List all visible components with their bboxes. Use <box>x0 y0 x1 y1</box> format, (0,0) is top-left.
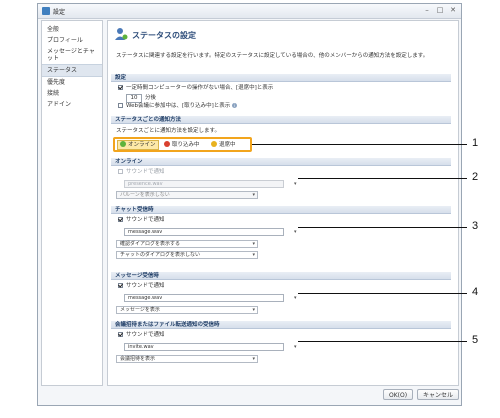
section-message: メッセージ受信時 <box>111 272 451 280</box>
online-sound-row[interactable]: サウンドで通知 <box>118 169 165 176</box>
callout-5: 5 <box>472 334 479 346</box>
idle-minutes-input[interactable]: 10 <box>126 94 142 103</box>
idle-minutes-row: 10 分後 <box>126 94 156 103</box>
meeting-sound-row[interactable]: サウンドで通知 <box>118 332 165 339</box>
callout-line-3 <box>298 227 467 228</box>
app-icon <box>42 7 50 15</box>
callout-line-1 <box>252 144 467 145</box>
user-status-icon <box>115 28 128 40</box>
ok-button[interactable]: OK(O) <box>383 389 413 400</box>
sidebar-item-addins[interactable]: アドイン <box>42 99 102 110</box>
chat-sound-checkbox[interactable] <box>118 217 123 222</box>
minutes-unit: 分後 <box>145 95 157 101</box>
section-meeting: 会議招待またはファイル転送通知の受信時 <box>111 321 451 329</box>
online-sound-dropdown-icon[interactable]: ▾ <box>294 181 297 187</box>
meeting-display-value: 会議招待を表示 <box>120 356 156 362</box>
page-description: ステータスに関連する設定を行います。特定のステータスに設定している場合の、他のメ… <box>116 53 429 59</box>
settings-window: 設定 – □ ✕ 全般 プロフィール メッセージとチャット ステータス 優先度 … <box>37 3 462 406</box>
per-status-description: ステータスごとに通知方法を設定します。 <box>116 128 220 134</box>
callout-line-5 <box>298 341 467 342</box>
busy-status-icon <box>164 141 170 147</box>
tab-away[interactable]: 退席中 <box>211 141 236 149</box>
meeting-display-select[interactable]: 会議招待を表示 ▾ <box>116 355 258 363</box>
message-sound-dropdown-icon[interactable]: ▾ <box>294 295 297 301</box>
online-balloon-value: バルーンを表示しない <box>120 192 170 198</box>
section-per-status: ステータスごとの通知方法 <box>111 116 451 124</box>
info-icon: i <box>232 103 238 108</box>
message-sound-checkbox[interactable] <box>118 283 123 288</box>
main-panel: ステータスの設定 ステータスに関連する設定を行います。特定のステータスに設定して… <box>107 20 459 386</box>
idle-checkbox[interactable] <box>118 85 123 90</box>
chat-dialog-select[interactable]: 確認ダイアログを表示する ▾ <box>116 240 258 248</box>
chevron-down-icon: ▾ <box>252 307 255 313</box>
chat-sound-row[interactable]: サウンドで通知 <box>118 217 165 224</box>
online-sound-checkbox[interactable] <box>118 169 123 174</box>
chat-sound-file[interactable]: message.wav <box>124 228 284 236</box>
online-sound-label: サウンドで通知 <box>126 169 165 175</box>
tab-busy-label: 取り込み中 <box>172 142 200 148</box>
away-status-icon <box>211 141 217 147</box>
callout-line-2 <box>298 178 467 179</box>
online-status-icon <box>120 141 126 147</box>
message-display-select[interactable]: メッセージを表示 ▾ <box>116 306 258 314</box>
message-sound-label: サウンドで通知 <box>126 283 165 289</box>
callout-2: 2 <box>472 171 479 183</box>
sidebar-item-profile[interactable]: プロフィール <box>42 35 102 46</box>
idle-label: 一定時間コンピューターの操作がない場合、[退席中]と表示 <box>126 85 274 91</box>
callout-1: 1 <box>472 137 479 149</box>
maximize-button[interactable]: □ <box>434 6 446 15</box>
message-sound-file[interactable]: message.wav <box>124 294 284 302</box>
meeting-sound-file[interactable]: invite.wav <box>124 343 284 351</box>
callout-line-4 <box>298 293 467 294</box>
page-title: ステータスの設定 <box>132 31 196 40</box>
chevron-down-icon: ▾ <box>252 192 255 198</box>
online-sound-file[interactable]: presence.wav <box>124 180 284 188</box>
chevron-down-icon: ▾ <box>252 252 255 258</box>
chevron-down-icon: ▾ <box>252 356 255 362</box>
online-balloon-select[interactable]: バルーンを表示しない ▾ <box>116 191 258 199</box>
web-meeting-label: Web会議に参加中は、[取り込み中]と表示 <box>126 103 231 109</box>
status-tab-strip: オンライン 取り込み中 退席中 <box>113 137 252 152</box>
chat-window-value: チャットのダイアログを表示しない <box>120 252 200 258</box>
title-bar: 設定 – □ ✕ <box>38 4 461 19</box>
chat-window-select[interactable]: チャットのダイアログを表示しない ▾ <box>116 251 258 259</box>
sidebar-item-messages-chat[interactable]: メッセージとチャット <box>42 46 102 64</box>
chevron-down-icon: ▾ <box>252 241 255 247</box>
web-meeting-row[interactable]: Web会議に参加中は、[取り込み中]と表示 i <box>118 103 238 110</box>
settings-sidebar: 全般 プロフィール メッセージとチャット ステータス 優先度 接続 アドイン <box>41 20 103 386</box>
callout-3: 3 <box>472 220 479 232</box>
minimize-button[interactable]: – <box>421 6 433 15</box>
section-settings: 設定 <box>111 74 451 82</box>
tab-online[interactable]: オンライン <box>117 140 159 150</box>
meeting-sound-dropdown-icon[interactable]: ▾ <box>294 344 297 350</box>
sidebar-item-general[interactable]: 全般 <box>42 24 102 35</box>
sidebar-item-priority[interactable]: 優先度 <box>42 77 102 88</box>
cancel-button[interactable]: キャンセル <box>417 389 459 400</box>
chat-sound-label: サウンドで通知 <box>126 217 165 223</box>
sidebar-item-connection[interactable]: 接続 <box>42 88 102 99</box>
meeting-sound-checkbox[interactable] <box>118 332 123 337</box>
web-meeting-checkbox[interactable] <box>118 103 123 108</box>
message-sound-row[interactable]: サウンドで通知 <box>118 283 165 290</box>
section-chat: チャット受信時 <box>111 206 451 214</box>
section-online: オンライン <box>111 158 451 166</box>
close-button[interactable]: ✕ <box>447 6 459 15</box>
chat-dialog-value: 確認ダイアログを表示する <box>120 241 181 247</box>
sidebar-item-status[interactable]: ステータス <box>42 64 102 77</box>
tab-busy[interactable]: 取り込み中 <box>164 141 200 149</box>
callout-4: 4 <box>472 286 479 298</box>
tab-online-label: オンライン <box>128 142 156 148</box>
window-title: 設定 <box>53 9 66 16</box>
message-display-value: メッセージを表示 <box>120 307 160 313</box>
tab-away-label: 退席中 <box>219 142 236 148</box>
chat-sound-dropdown-icon[interactable]: ▾ <box>294 229 297 235</box>
idle-checkbox-row[interactable]: 一定時間コンピューターの操作がない場合、[退席中]と表示 <box>118 85 273 92</box>
meeting-sound-label: サウンドで通知 <box>126 332 165 338</box>
